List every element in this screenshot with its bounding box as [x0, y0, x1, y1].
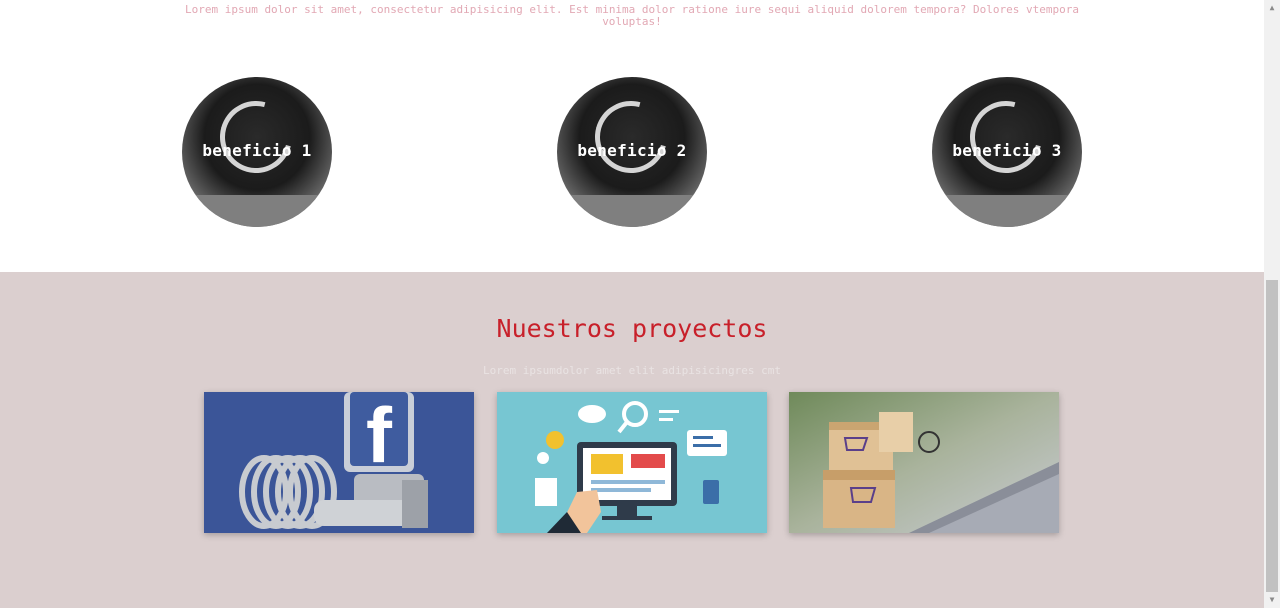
- scrollbar-thumb[interactable]: [1266, 280, 1278, 592]
- scroll-down-icon[interactable]: ▼: [1264, 592, 1280, 608]
- benefits-section: Lorem ipsum dolor sit amet, consectetur …: [0, 0, 1264, 272]
- benefit-image-bar: [557, 195, 707, 227]
- facebook-hardware-image: f: [204, 392, 474, 533]
- scroll-up-icon[interactable]: ▲: [1264, 0, 1280, 16]
- logo-ring-icon: [206, 87, 306, 187]
- benefit-circle-3[interactable]: beneficio 3: [932, 77, 1082, 227]
- page-scrollbar[interactable]: ▲ ▼: [1264, 0, 1280, 608]
- benefit-label: beneficio 1: [202, 141, 312, 160]
- web-design-illustration: [497, 392, 767, 533]
- benefit-circle-2[interactable]: beneficio 2: [557, 77, 707, 227]
- page: Lorem ipsum dolor sit amet, consectetur …: [0, 0, 1264, 608]
- projects-title: Nuestros proyectos: [496, 314, 768, 343]
- benefit-label: beneficio 3: [952, 141, 1062, 160]
- online-shopping-photo: [789, 392, 1059, 533]
- project-card-1[interactable]: f: [204, 392, 474, 533]
- svg-text:f: f: [366, 392, 393, 479]
- logo-ring-icon: [956, 87, 1056, 187]
- logo-ring-icon: [581, 87, 681, 187]
- projects-subtitle: Lorem ipsumdolor amet elit adipisicingre…: [482, 364, 781, 377]
- benefit-circle-1[interactable]: beneficio 1: [182, 77, 332, 227]
- project-card-3[interactable]: [789, 392, 1059, 533]
- projects-section: Nuestros proyectos Lorem ipsumdolor amet…: [0, 272, 1264, 608]
- benefit-image-bar: [932, 195, 1082, 227]
- benefit-label: beneficio 2: [577, 141, 687, 160]
- benefits-intro-text: Lorem ipsum dolor sit amet, consectetur …: [184, 3, 1080, 28]
- benefit-image-bar: [182, 195, 332, 227]
- project-card-2[interactable]: [497, 392, 767, 533]
